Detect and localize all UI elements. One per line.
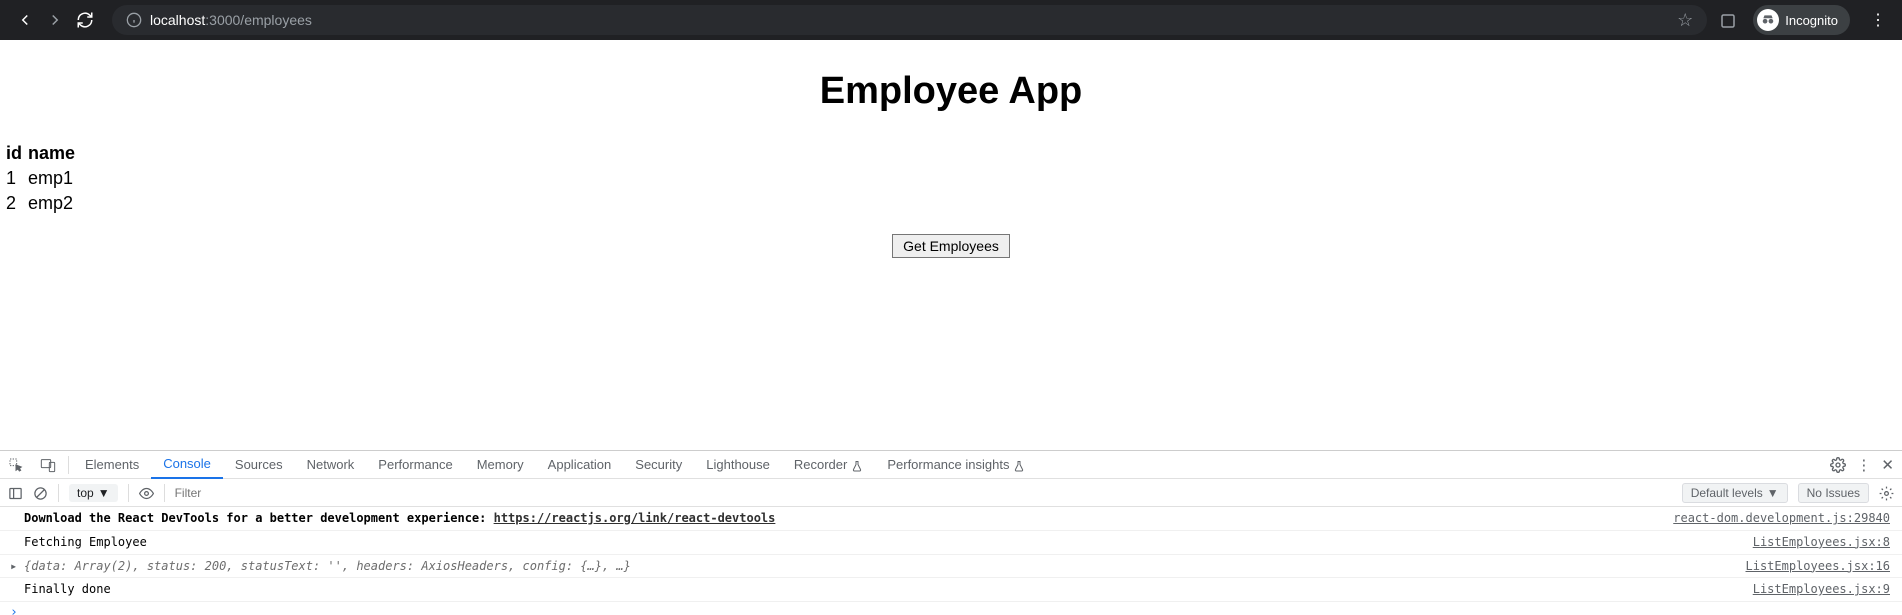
table-header-id: id [6, 141, 28, 166]
browser-menu-icon[interactable]: ⋮ [1870, 10, 1886, 30]
site-info-icon[interactable] [126, 12, 142, 28]
log-source-link[interactable]: ListEmployees.jsx:9 [1753, 581, 1890, 598]
filter-input[interactable] [175, 486, 1672, 500]
page-title: Employee App [0, 70, 1902, 113]
cell-name: emp2 [28, 191, 81, 216]
log-text: Fetching Employee [24, 534, 1733, 551]
tab-recorder-label: Recorder [794, 457, 847, 472]
console-log-row[interactable]: Download the React DevTools for a better… [0, 507, 1902, 531]
chevron-down-icon: ▼ [1767, 486, 1779, 500]
chevron-down-icon: ▼ [98, 486, 110, 500]
back-button[interactable] [16, 11, 34, 29]
tab-memory[interactable]: Memory [465, 451, 536, 479]
console-settings-icon[interactable] [1879, 484, 1894, 500]
inspect-element-icon[interactable] [0, 457, 32, 473]
console-output: Download the React DevTools for a better… [0, 507, 1902, 615]
table-header-row: id name [6, 141, 81, 166]
table-header-name: name [28, 141, 81, 166]
log-levels-dropdown[interactable]: Default levels ▼ [1682, 483, 1788, 503]
log-object[interactable]: {data: Array(2), status: 200, statusText… [24, 559, 631, 573]
get-employees-button[interactable]: Get Employees [892, 234, 1010, 258]
console-toolbar: top ▼ Default levels ▼ No Issues [0, 479, 1902, 507]
tab-network[interactable]: Network [295, 451, 367, 479]
url-path: :3000/employees [205, 12, 312, 28]
table-row: 2 emp2 [6, 191, 81, 216]
tab-perf-insights-label: Performance insights [887, 457, 1009, 472]
tab-sources[interactable]: Sources [223, 451, 295, 479]
tab-console[interactable]: Console [151, 451, 223, 479]
devtools-close-icon[interactable]: ✕ [1881, 456, 1894, 474]
tab-elements[interactable]: Elements [73, 451, 151, 479]
levels-label: Default levels [1691, 486, 1763, 500]
log-text-bold: Download the React DevTools for a better… [24, 511, 494, 525]
log-text: Finally done [24, 581, 1733, 598]
table-row: 1 emp1 [6, 166, 81, 191]
sidebar-toggle-icon[interactable] [8, 484, 23, 500]
flask-icon [1013, 457, 1025, 472]
clear-console-icon[interactable] [33, 484, 48, 500]
devtools-menu-icon[interactable]: ⋮ [1856, 456, 1871, 474]
incognito-label: Incognito [1785, 13, 1838, 28]
page-content: Employee App id name 1 emp1 2 emp2 Get E… [0, 40, 1902, 258]
address-bar[interactable]: localhost:3000/employees ☆ [112, 5, 1707, 35]
issues-button[interactable]: No Issues [1798, 483, 1869, 503]
employee-table: id name 1 emp1 2 emp2 [6, 141, 81, 216]
flask-icon [851, 457, 863, 472]
incognito-badge[interactable]: Incognito [1753, 5, 1850, 35]
log-source-link[interactable]: react-dom.development.js:29840 [1673, 510, 1890, 527]
log-source-link[interactable]: ListEmployees.jsx:8 [1753, 534, 1890, 551]
devtools-tabs: Elements Console Sources Network Perform… [0, 451, 1902, 479]
devtools-panel: Elements Console Sources Network Perform… [0, 450, 1902, 615]
url-host: localhost [150, 12, 205, 28]
log-source-link[interactable]: ListEmployees.jsx:16 [1746, 558, 1891, 575]
browser-toolbar: localhost:3000/employees ☆ Incognito ⋮ [0, 0, 1902, 40]
console-log-row[interactable]: {data: Array(2), status: 200, statusText… [0, 555, 1902, 579]
console-log-row[interactable]: Fetching Employee ListEmployees.jsx:8 [0, 531, 1902, 555]
reload-button[interactable] [76, 11, 94, 29]
extensions-icon[interactable] [1719, 10, 1737, 31]
tab-performance[interactable]: Performance [366, 451, 464, 479]
tab-performance-insights[interactable]: Performance insights [875, 451, 1037, 479]
tab-lighthouse[interactable]: Lighthouse [694, 451, 782, 479]
context-selector[interactable]: top ▼ [69, 484, 118, 502]
devtools-settings-icon[interactable] [1830, 456, 1846, 473]
live-expression-icon[interactable] [139, 484, 154, 500]
cell-id: 1 [6, 166, 28, 191]
context-label: top [77, 486, 94, 500]
incognito-icon [1757, 9, 1779, 31]
console-prompt[interactable]: › [0, 602, 1902, 615]
cell-name: emp1 [28, 166, 81, 191]
forward-button[interactable] [46, 11, 64, 29]
cell-id: 2 [6, 191, 28, 216]
device-toggle-icon[interactable] [32, 457, 64, 473]
tab-recorder[interactable]: Recorder [782, 451, 875, 479]
tab-security[interactable]: Security [623, 451, 694, 479]
log-link[interactable]: https://reactjs.org/link/react-devtools [494, 511, 776, 525]
tab-application[interactable]: Application [536, 451, 624, 479]
console-log-row[interactable]: Finally done ListEmployees.jsx:9 [0, 578, 1902, 602]
bookmark-star-icon[interactable]: ☆ [1677, 10, 1693, 31]
